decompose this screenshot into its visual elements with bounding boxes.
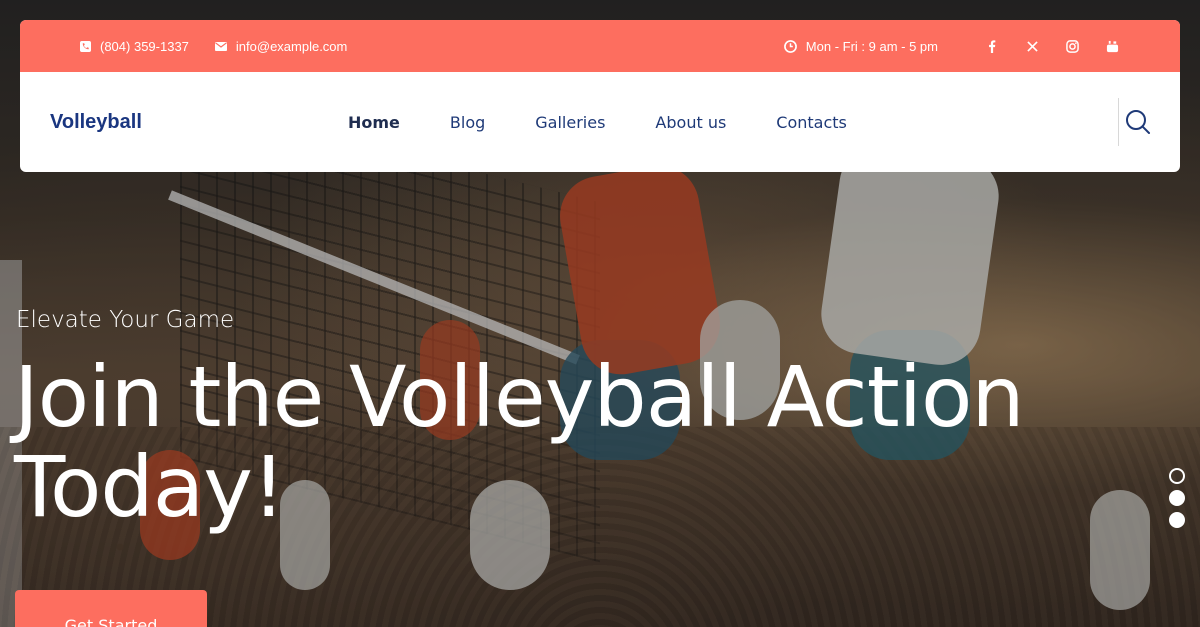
- search-icon[interactable]: [1124, 108, 1152, 136]
- x-icon[interactable]: [1024, 38, 1040, 54]
- youtube-icon[interactable]: [1104, 38, 1120, 54]
- phone-icon: [80, 40, 91, 52]
- instagram-icon[interactable]: [1064, 38, 1080, 54]
- nav-item-about-us[interactable]: About us: [655, 113, 726, 132]
- slider-dot[interactable]: [1169, 490, 1185, 506]
- slider-pagination: [1169, 468, 1185, 528]
- business-hours: Mon - Fri : 9 am - 5 pm: [783, 38, 938, 54]
- phone-number: (804) 359-1337: [100, 38, 189, 54]
- clock-icon: [783, 39, 797, 53]
- hero-title: Join the Volleyball Action Today!: [14, 348, 1025, 536]
- nav-divider: [1118, 98, 1119, 146]
- top-bar: (804) 359-1337 info@example.com Mon - Fr…: [20, 20, 1180, 72]
- envelope-icon: [214, 41, 227, 51]
- nav-item-home[interactable]: Home: [348, 113, 400, 132]
- nav-item-galleries[interactable]: Galleries: [535, 113, 605, 132]
- email-contact[interactable]: info@example.com: [214, 38, 348, 54]
- nav-item-contacts[interactable]: Contacts: [776, 113, 847, 132]
- phone-contact[interactable]: (804) 359-1337: [80, 39, 189, 54]
- social-links: [984, 38, 1120, 54]
- slider-dot[interactable]: [1169, 512, 1185, 528]
- facebook-icon[interactable]: [984, 38, 1000, 54]
- get-started-button[interactable]: Get Started: [15, 590, 207, 627]
- nav-menu: Home Blog Galleries About us Contacts: [348, 72, 847, 172]
- email-address: info@example.com: [235, 38, 348, 54]
- site-header: (804) 359-1337 info@example.com Mon - Fr…: [20, 20, 1180, 172]
- main-navigation: Volleyball Home Blog Galleries About us …: [20, 72, 1180, 172]
- hero-eyebrow: Elevate Your Game: [16, 307, 235, 333]
- hours-text: Mon - Fri : 9 am - 5 pm: [805, 38, 938, 54]
- site-logo[interactable]: Volleyball: [50, 111, 142, 134]
- slider-dot-active[interactable]: [1169, 468, 1185, 484]
- nav-item-blog[interactable]: Blog: [450, 113, 485, 132]
